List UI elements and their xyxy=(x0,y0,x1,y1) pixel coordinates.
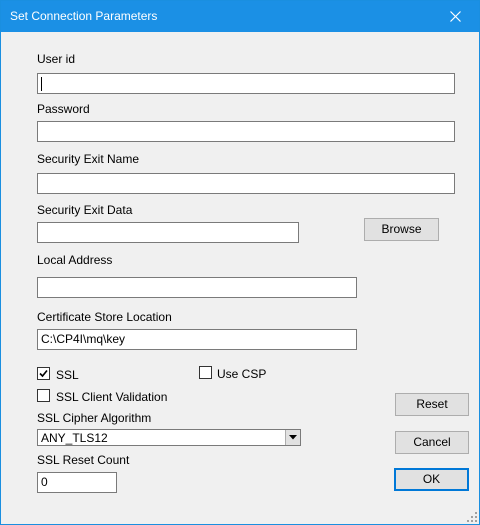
security-exit-name-field[interactable] xyxy=(37,173,455,194)
local-address-label: Local Address xyxy=(37,253,113,267)
local-address-field[interactable] xyxy=(37,277,357,298)
cert-store-value: C:\CP4I\mq\key xyxy=(41,332,126,346)
close-icon xyxy=(450,11,461,22)
dropdown-button[interactable] xyxy=(285,430,300,445)
ssl-reset-count-field[interactable]: 0 xyxy=(37,472,117,493)
dialog-window: Set Connection Parameters User id Passwo… xyxy=(0,0,480,525)
user-id-label: User id xyxy=(37,52,76,66)
chevron-down-icon xyxy=(289,435,297,440)
ssl-checkbox-label[interactable]: SSL xyxy=(56,368,79,382)
password-field[interactable] xyxy=(37,121,455,142)
browse-button[interactable]: Browse xyxy=(364,218,439,241)
ssl-cipher-dropdown[interactable]: ANY_TLS12 xyxy=(37,429,301,446)
use-csp-checkbox[interactable] xyxy=(199,366,212,379)
ok-button[interactable]: OK xyxy=(394,468,469,491)
security-exit-name-label: Security Exit Name xyxy=(37,152,140,166)
user-id-field[interactable] xyxy=(37,73,455,94)
close-button[interactable] xyxy=(433,1,479,32)
ssl-client-validation-checkbox[interactable] xyxy=(37,389,50,402)
window-title: Set Connection Parameters xyxy=(10,9,158,23)
ssl-cipher-value: ANY_TLS12 xyxy=(41,431,108,445)
password-label: Password xyxy=(37,102,90,116)
ssl-cipher-label: SSL Cipher Algorithm xyxy=(37,411,152,425)
resize-grip-icon[interactable] xyxy=(466,511,478,523)
ssl-reset-count-value: 0 xyxy=(41,475,48,489)
ssl-reset-count-label: SSL Reset Count xyxy=(37,453,130,467)
text-caret xyxy=(41,77,42,91)
security-exit-data-field[interactable] xyxy=(37,222,299,243)
title-bar[interactable]: Set Connection Parameters xyxy=(1,1,479,32)
use-csp-checkbox-label[interactable]: Use CSP xyxy=(217,367,266,381)
check-icon xyxy=(39,369,48,378)
cancel-button[interactable]: Cancel xyxy=(395,431,469,454)
cert-store-field[interactable]: C:\CP4I\mq\key xyxy=(37,329,357,350)
cert-store-label: Certificate Store Location xyxy=(37,310,172,324)
ssl-checkbox[interactable] xyxy=(37,367,50,380)
security-exit-data-label: Security Exit Data xyxy=(37,203,133,217)
ssl-client-validation-label[interactable]: SSL Client Validation xyxy=(56,390,167,404)
reset-button[interactable]: Reset xyxy=(395,393,469,416)
